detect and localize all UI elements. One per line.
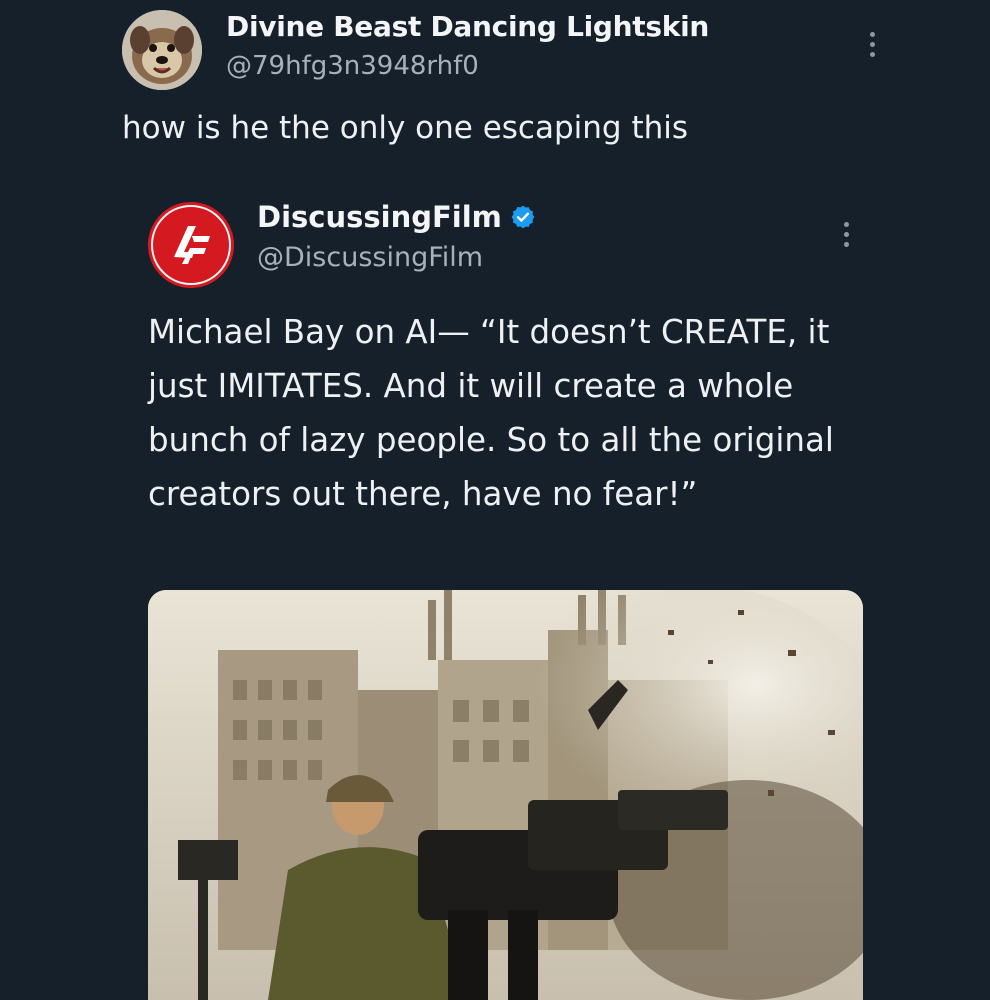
author-handle[interactable]: @79hfg3n3948rhf0 [226,51,479,81]
more-vertical-icon[interactable] [832,214,860,254]
quoted-author-avatar[interactable] [148,202,234,288]
quoted-tweet-text: Michael Bay on AI— “It doesn’t CREATE, i… [148,313,834,513]
author-display-name[interactable]: Divine Beast Dancing Lightskin [226,10,709,43]
tweet-text: how is he the only one escaping this [122,110,689,146]
more-vertical-icon[interactable] [858,24,886,64]
dog-avatar-image [122,10,202,90]
discussingfilm-logo [148,202,234,288]
quoted-author-display-name[interactable]: DiscussingFilm [257,200,502,234]
quoted-author-handle[interactable]: @DiscussingFilm [257,242,483,273]
tweet-media-image[interactable] [148,590,863,1000]
film-set-photo [148,590,863,1000]
tweet-post: Divine Beast Dancing Lightskin @79hfg3n3… [0,0,990,1000]
quoted-author-name-row[interactable]: DiscussingFilm [257,200,536,234]
author-avatar[interactable] [122,10,202,90]
verified-badge-icon [511,205,535,229]
